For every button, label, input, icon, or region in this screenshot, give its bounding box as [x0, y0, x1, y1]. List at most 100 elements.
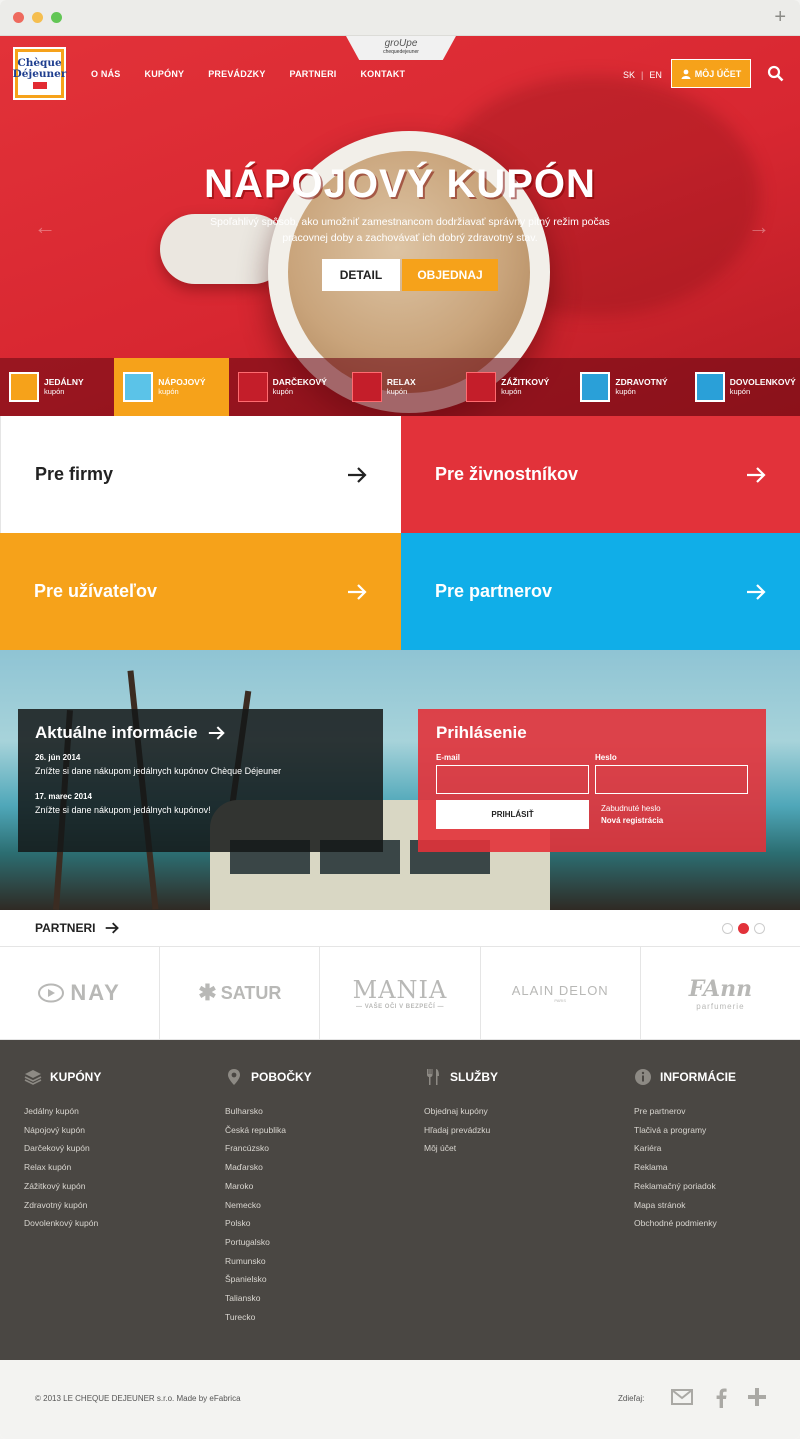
search-icon[interactable]	[767, 65, 784, 82]
new-tab-button[interactable]: +	[774, 6, 786, 29]
plus-icon[interactable]	[748, 1388, 766, 1406]
footer-link[interactable]: Maroko	[225, 1177, 312, 1196]
footer-link[interactable]: Môj účet	[424, 1139, 498, 1158]
footer-link[interactable]: Portugalsko	[225, 1233, 312, 1252]
logo-mark-icon	[32, 82, 47, 89]
partner-logo-nay[interactable]: NAY	[0, 947, 161, 1039]
footer-link[interactable]: Tlačivá a programy	[634, 1121, 736, 1140]
nav-kontakt[interactable]: KONTAKT	[360, 69, 405, 79]
footer-heading-text: SLUŽBY	[450, 1070, 498, 1084]
browser-window: + Chèque Déjeuner groUpe chequedejeuner …	[0, 0, 800, 1439]
footer-link[interactable]: Objednaj kupóny	[424, 1102, 498, 1121]
lang-en[interactable]: EN	[649, 70, 662, 80]
password-label: Heslo	[595, 753, 617, 762]
site-logo[interactable]: Chèque Déjeuner	[13, 47, 66, 100]
nav-kupony[interactable]: KUPÓNY	[145, 69, 185, 79]
cheque-vacances-icon	[694, 372, 725, 402]
footer-link[interactable]: Francúzsko	[225, 1139, 312, 1158]
coupon-tab-darcekovy[interactable]: DARČEKOVÝ kupón	[229, 358, 343, 416]
footer-link[interactable]: Reklama	[634, 1158, 736, 1177]
footer-link[interactable]: Obchodné podmienky	[634, 1214, 736, 1233]
detail-button[interactable]: DETAIL	[322, 259, 400, 291]
footer-link[interactable]: Reklamačný poriadok	[634, 1177, 736, 1196]
footer-link[interactable]: Taliansko	[225, 1289, 312, 1308]
maximize-window-button[interactable]	[51, 12, 62, 23]
slider-prev-arrow[interactable]: ←	[34, 214, 56, 240]
register-link[interactable]: Nová registrácia	[601, 816, 663, 825]
footer-heading-text: POBOČKY	[251, 1070, 312, 1084]
partner-logo-satur[interactable]: ✱ SATUR	[160, 947, 321, 1039]
cutlery-icon	[427, 1069, 439, 1085]
coupon-name: JEDÁLNY	[44, 377, 84, 387]
coupon-name: ZDRAVOTNÝ	[615, 377, 668, 387]
footer-link[interactable]: Darčekový kupón	[24, 1139, 101, 1158]
nav-o-nas[interactable]: O NÁS	[91, 69, 121, 79]
coupon-tab-jedalny[interactable]: JEDÁLNY kupón	[0, 358, 114, 416]
login-button[interactable]: PRIHLÁSIŤ	[436, 800, 589, 829]
coupon-name: NÁPOJOVÝ	[158, 377, 206, 387]
tile-pre-uzivatelov[interactable]: Pre užívateľov	[0, 533, 401, 650]
footer-link[interactable]: Relax kupón	[24, 1158, 101, 1177]
coupon-tab-relax[interactable]: RELAX kupón	[343, 358, 457, 416]
footer-link[interactable]: Polsko	[225, 1214, 312, 1233]
bottom-bar: © 2013 LE CHEQUE DEJEUNER s.r.o. Made by…	[0, 1360, 800, 1439]
partner-logo-alain-delon[interactable]: ALAIN DELON PARIS	[481, 947, 641, 1039]
minimize-window-button[interactable]	[32, 12, 43, 23]
partners-title[interactable]: PARTNERI	[35, 921, 120, 935]
facebook-icon[interactable]	[714, 1388, 728, 1408]
coupon-tab-zdravotny[interactable]: ZDRAVOTNÝ kupón	[571, 358, 685, 416]
user-icon	[681, 69, 691, 79]
footer-link[interactable]: Mapa stránok	[634, 1196, 736, 1215]
tile-label: Pre užívateľov	[34, 581, 157, 601]
footer-link[interactable]: Nápojový kupón	[24, 1121, 101, 1140]
nav-partneri[interactable]: PARTNERI	[290, 69, 337, 79]
email-field[interactable]	[436, 765, 589, 794]
tile-pre-zivnostnikov[interactable]: Pre živnostníkov	[401, 416, 800, 533]
footer-link[interactable]: Nemecko	[225, 1196, 312, 1215]
footer-link[interactable]: Kariéra	[634, 1139, 736, 1158]
footer-link[interactable]: Bulharsko	[225, 1102, 312, 1121]
email-label: E-mail	[436, 753, 461, 762]
slider-next-arrow[interactable]: →	[748, 214, 770, 240]
footer-link[interactable]: Rumunsko	[225, 1252, 312, 1271]
coupon-tab-dovolenkovy[interactable]: DOVOLENKOVÝ kupón	[686, 358, 800, 416]
coupon-tab-text: ZDRAVOTNÝ kupón	[615, 377, 667, 397]
footer-link[interactable]: Hľadaj prevádzku	[424, 1121, 498, 1140]
news-title[interactable]: Aktuálne informácie	[35, 723, 366, 743]
news-link[interactable]: Znížte si dane nákupom jedálnych kupónov…	[35, 805, 366, 815]
footer-link[interactable]: Zdravotný kupón	[24, 1196, 101, 1215]
partners-page-dot[interactable]	[754, 923, 765, 934]
footer-link[interactable]: Jedálny kupón	[24, 1102, 101, 1121]
footer-link[interactable]: Maďarsko	[225, 1158, 312, 1177]
footer-link[interactable]: Zážitkový kupón	[24, 1177, 101, 1196]
partner-logos: NAY ✱ SATUR MANIA — VAŠE OČI V BEZPEČÍ —…	[0, 947, 800, 1040]
news-link[interactable]: Znížte si dane nákupom jedálnych kupónov…	[35, 766, 366, 776]
partner-logo-fann[interactable]: FAnn parfumerie	[641, 947, 800, 1039]
footer-link[interactable]: Pre partnerov	[634, 1102, 736, 1121]
groupe-badge[interactable]: groUpe chequedejeuner	[346, 36, 456, 60]
lang-sk[interactable]: SK	[623, 70, 635, 80]
footer-link[interactable]: Dovolenkový kupón	[24, 1214, 101, 1233]
coupon-tab-napojovy[interactable]: NÁPOJOVÝ kupón	[114, 358, 229, 416]
coupon-tab-zazitkovy[interactable]: ZÁŽITKOVÝ kupón	[457, 358, 571, 416]
hero-title: NÁPOJOVÝ KUPÓN	[204, 162, 596, 206]
tile-pre-partnerov[interactable]: Pre partnerov	[401, 533, 800, 650]
login-panel: Prihlásenie E-mail Heslo PRIHLÁSIŤ Zabud…	[418, 709, 766, 852]
nav-prevadzky[interactable]: PREVÁDZKY	[208, 69, 265, 79]
tile-pre-firmy[interactable]: Pre firmy	[0, 416, 401, 533]
partner-logo-sub: parfumerie	[696, 1001, 745, 1011]
partner-logo-mania[interactable]: MANIA — VAŠE OČI V BEZPEČÍ —	[320, 947, 481, 1039]
footer-link[interactable]: Španielsko	[225, 1270, 312, 1289]
partners-page-dot[interactable]	[722, 923, 733, 934]
copyright-text: © 2013 LE CHEQUE DEJEUNER s.r.o. Made by…	[35, 1394, 241, 1403]
close-window-button[interactable]	[13, 12, 24, 23]
forgot-password-link[interactable]: Zabudnuté heslo	[601, 804, 661, 813]
footer-link[interactable]: Turecko	[225, 1308, 312, 1327]
footer-col-pobocky: POBOČKY Bulharsko Česká republika Francú…	[225, 1068, 312, 1326]
my-account-button[interactable]: MÔJ ÚČET	[671, 59, 751, 88]
partners-page-dot-active[interactable]	[738, 923, 749, 934]
mail-icon[interactable]	[671, 1388, 693, 1406]
footer-link[interactable]: Česká republika	[225, 1121, 312, 1140]
order-button[interactable]: OBJEDNAJ	[402, 259, 498, 291]
password-field[interactable]	[595, 765, 748, 794]
